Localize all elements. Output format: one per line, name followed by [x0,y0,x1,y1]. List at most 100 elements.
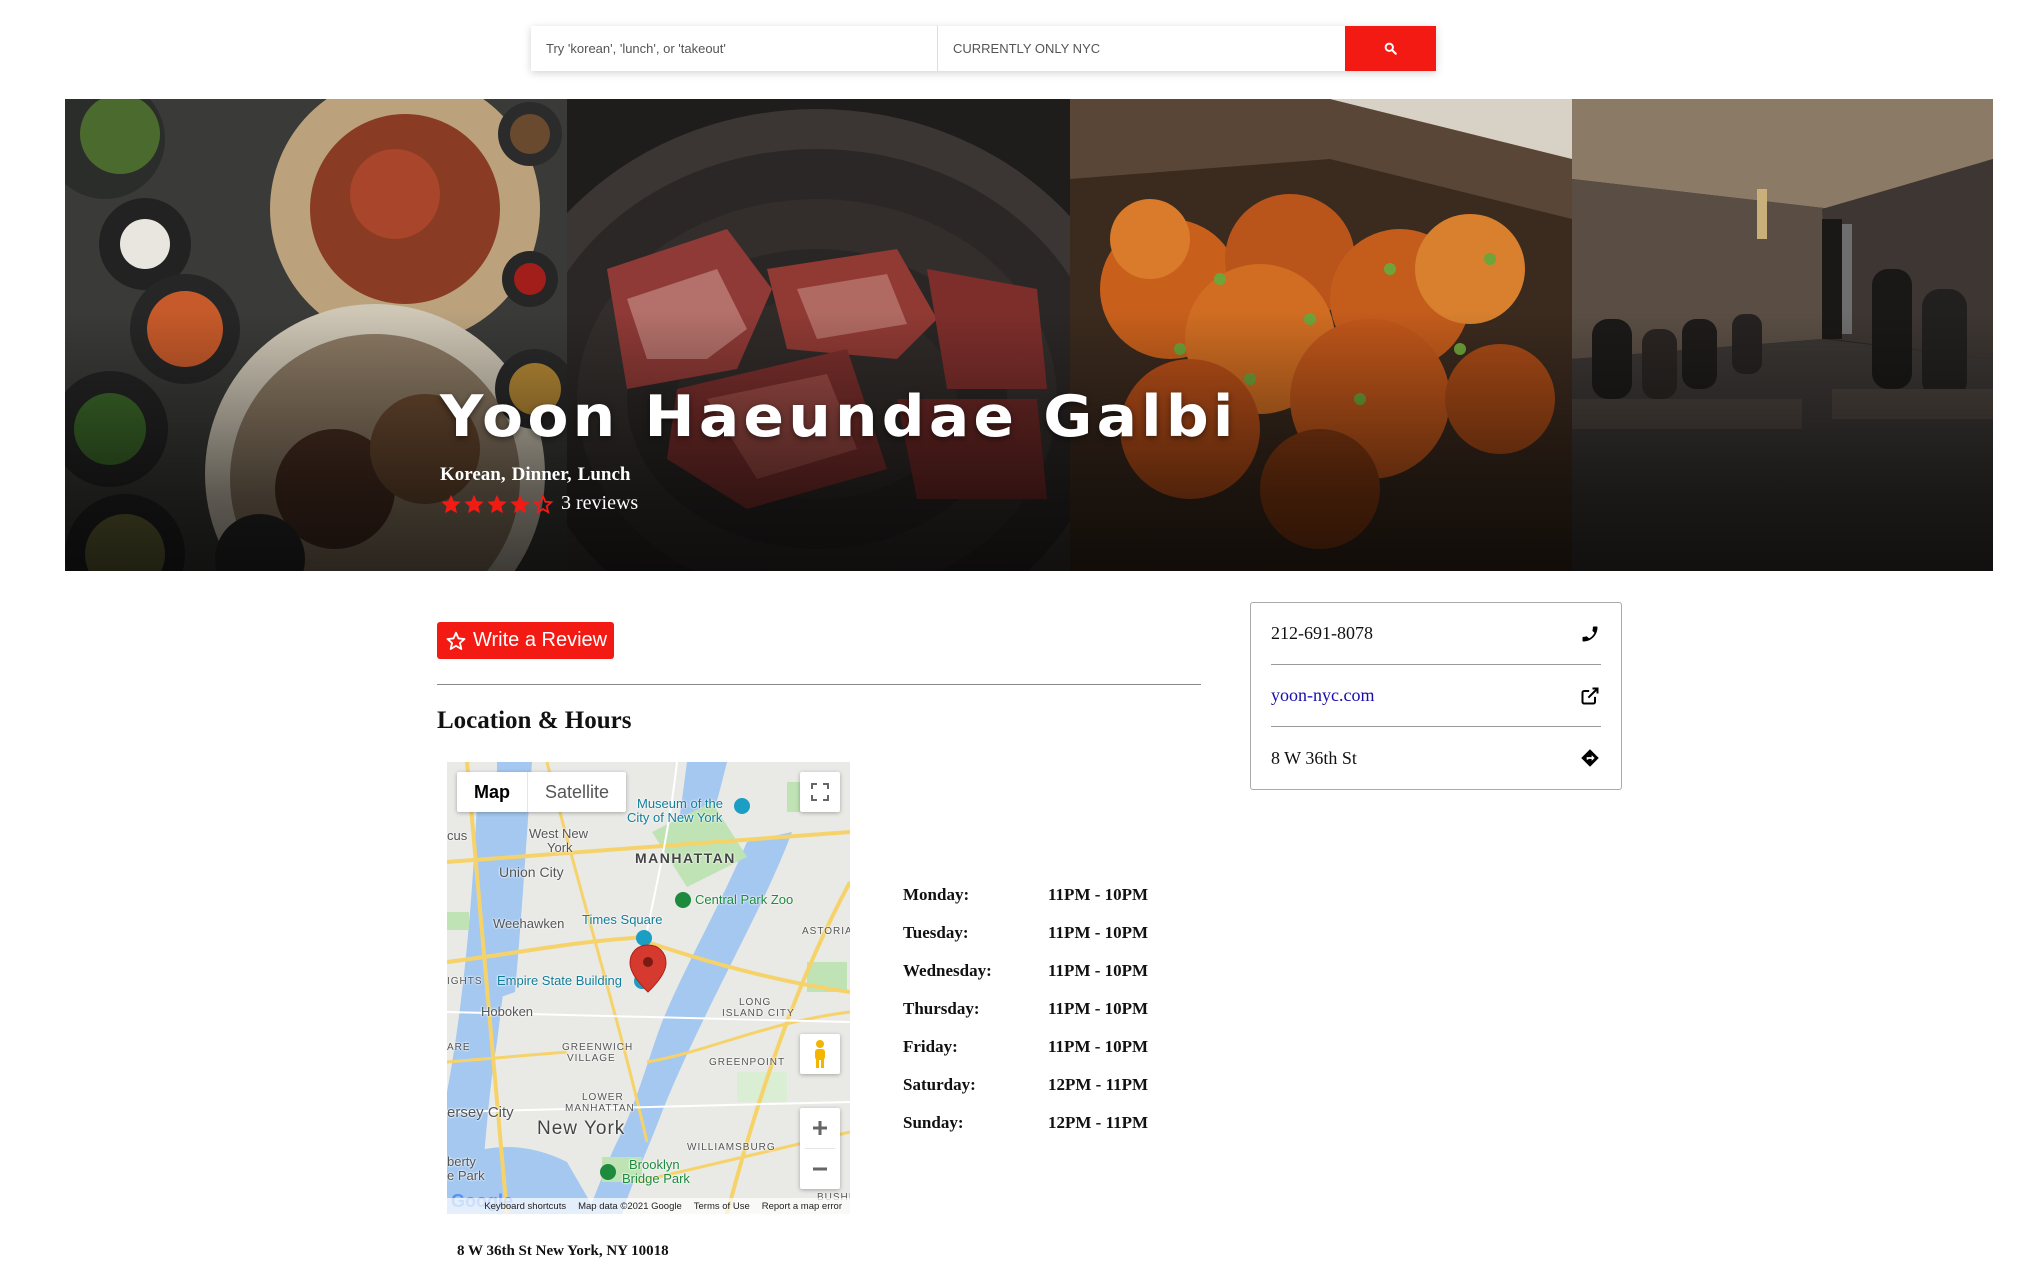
map-label-central-park-zoo: Central Park Zoo [695,892,794,907]
opening-hours: Monday: 11PM - 10PM Tuesday: 11PM - 10PM… [903,885,1148,1151]
map-label-lower-manhattan-2: MANHATTAN [565,1103,635,1114]
website-link[interactable]: yoon-nyc.com [1271,685,1374,706]
hours-time: 11PM - 10PM [1048,1037,1149,1056]
map-data-attribution: Map data ©2021 Google [578,1200,682,1212]
pegman-icon [815,1040,825,1068]
category-tag[interactable]: Korean, [440,464,506,486]
location-map[interactable]: Museum of the City of New York cus West … [447,762,850,1214]
write-review-button[interactable]: Write a Review [437,622,614,659]
hero-photo-dining-room[interactable] [1572,99,1993,571]
star-outline-icon [446,631,466,650]
star-filled-icon [441,494,461,513]
terms-of-use-link[interactable]: Terms of Use [694,1201,750,1212]
hours-time: 12PM - 11PM [1048,1075,1149,1094]
hours-day: Tuesday: [903,923,969,942]
category-tag[interactable]: Lunch [578,464,631,486]
rating-row: 3 reviews [440,492,1200,515]
hours-day: Monday: [903,885,970,904]
star-filled-icon [487,494,507,513]
review-count[interactable]: 3 reviews [561,492,638,515]
map-label-jersey-city: ersey City [447,1104,514,1121]
map-fullscreen-button[interactable] [800,772,840,812]
map-label-manhattan: MANHATTAN [635,850,736,866]
contact-card: 212-691-8078 yoon-nyc.com 8 W 36th St [1250,602,1622,790]
hours-row: Thursday: 11PM - 10PM [903,999,1148,1037]
category-list: Korean, Dinner, Lunch [440,464,1200,486]
hours-day: Friday: [903,1037,958,1056]
contact-phone-row[interactable]: 212-691-8078 [1271,603,1601,665]
contact-address-row[interactable]: 8 W 36th St [1271,727,1601,789]
hero-banner: Yoon Haeundae Galbi Korean, Dinner, Lunc… [65,99,1993,571]
hours-row: Wednesday: 11PM - 10PM [903,961,1148,999]
map-label-long-island-city-2: ISLAND CITY [722,1008,795,1019]
map-label-brooklyn-bridge-park-2: Bridge Park [622,1171,690,1186]
external-link-icon[interactable] [1579,685,1601,707]
zoom-out-button[interactable] [800,1149,840,1189]
hours-day: Thursday: [903,999,980,1018]
hours-time: 12PM - 11PM [1048,1113,1149,1132]
map-type-map[interactable]: Map [457,772,528,812]
map-label-liberty: berty [447,1154,476,1169]
hours-day: Saturday: [903,1075,976,1094]
map-label-cus: cus [447,828,468,843]
plus-icon [813,1121,827,1135]
map-label-liberty-2: e Park [447,1168,485,1183]
search-query-input[interactable] [531,26,938,71]
star-filled-icon [510,494,530,513]
street-address: 8 W 36th St [1271,747,1357,768]
fullscreen-icon [811,783,829,801]
write-review-label: Write a Review [473,629,608,651]
map-label-greenwich-2: VILLAGE [567,1053,616,1064]
contact-website-row: yoon-nyc.com [1271,665,1601,727]
directions-icon[interactable] [1579,747,1601,769]
restaurant-header: Yoon Haeundae Galbi Korean, Dinner, Lunc… [440,389,1233,515]
map-footer: Keyboard shortcuts Map data ©2021 Google… [447,1198,850,1214]
map-street-view-button[interactable] [800,1034,840,1074]
hours-row: Friday: 11PM - 10PM [903,1037,1148,1075]
map-label-hoboken: Hoboken [481,1004,534,1019]
map-label-greenpoint: GREENPOINT [709,1057,786,1068]
map-label-ights: IGHTS [447,976,483,987]
minus-icon [813,1167,827,1171]
map-label-new-york: New York [537,1118,626,1139]
map-label-times-square: Times Square [582,912,663,927]
phone-number: 212-691-8078 [1271,623,1373,643]
report-map-error-link[interactable]: Report a map error [762,1201,842,1212]
search-button[interactable] [1345,26,1436,71]
map-label-union-city: Union City [499,864,564,880]
map-label-empire-state: Empire State Building [497,973,623,988]
map-label-greenwich: GREENWICH [562,1042,634,1053]
category-tag[interactable]: Dinner, [512,464,572,486]
hours-row: Monday: 11PM - 10PM [903,885,1148,923]
phone-icon[interactable] [1579,623,1601,645]
section-divider [437,684,1201,685]
map-label-weehawken: Weehawken [493,916,565,931]
zoom-in-button[interactable] [800,1108,840,1148]
star-filled-icon [464,494,484,513]
map-type-control: Map Satellite [457,772,627,812]
map-label-are: ARE [447,1042,471,1053]
map-label-museum-2: City of New York [627,810,723,825]
map-label-lower-manhattan: LOWER [582,1092,624,1103]
hours-day: Wednesday: [903,961,992,980]
hours-time: 11PM - 10PM [1048,961,1149,980]
search-bar [531,26,1436,71]
hours-time: 11PM - 10PM [1048,923,1149,942]
map-zoom-control [800,1108,840,1189]
full-address: 8 W 36th St New York, NY 10018 [457,1243,669,1259]
map-label-west-new-york-2: York [547,840,573,855]
map-label-west-new-york: West New [529,826,588,841]
map-label-long-island-city: LONG [739,997,772,1008]
map-type-satellite[interactable]: Satellite [528,772,626,812]
hours-day: Sunday: [903,1113,964,1132]
map-label-astoria: ASTORIA [802,926,850,937]
hours-row: Saturday: 12PM - 11PM [903,1075,1148,1113]
hours-time: 11PM - 10PM [1048,885,1149,904]
restaurant-name: Yoon Haeundae Galbi [440,384,1238,450]
search-location-input[interactable] [938,26,1345,71]
map-label-brooklyn-bridge-park: Brooklyn [629,1157,680,1172]
search-icon [1384,42,1397,55]
map-label-museum: Museum of the [637,796,723,811]
star-outline-icon [532,493,554,514]
keyboard-shortcuts-link[interactable]: Keyboard shortcuts [484,1201,566,1212]
